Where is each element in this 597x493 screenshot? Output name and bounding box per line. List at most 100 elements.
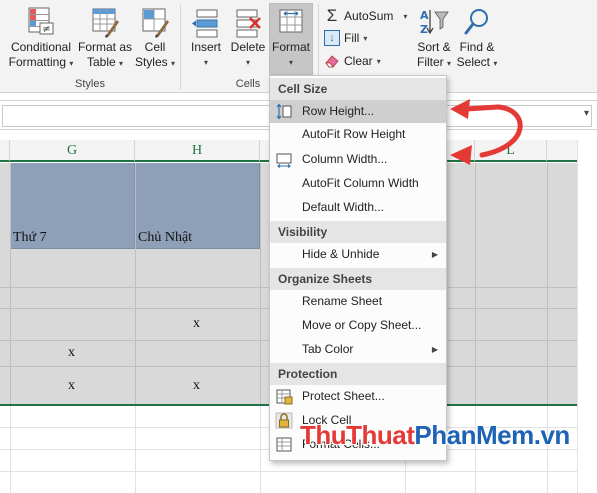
column-width-icon (276, 153, 292, 168)
chevron-down-icon: ▾ (447, 59, 452, 68)
conditional-formatting-icon: ≠ (28, 7, 54, 35)
format-as-table-icon (92, 8, 119, 38)
column-header-h[interactable]: H (135, 140, 260, 162)
menu-item-rename-sheet[interactable]: Rename Sheet (270, 290, 446, 313)
menu-item-hide-unhide[interactable]: Hide & Unhide ▶ (270, 243, 446, 266)
sort-filter-label-1: Sort & (417, 40, 451, 54)
conditional-formatting-label-1: Conditional (10, 40, 72, 54)
group-separator (180, 4, 181, 90)
menu-section-cell-size: Cell Size (270, 78, 446, 100)
magnifier-icon (464, 9, 488, 35)
annotation-arrow-curve (479, 104, 523, 158)
menu-item-autofit-row-height[interactable]: AutoFit Row Height (270, 123, 446, 146)
watermark-logo: ThuThuatPhanMem.vn (300, 420, 570, 451)
chevron-down-icon: ▾ (119, 59, 124, 68)
delete-button[interactable]: Delete ▾ (228, 6, 268, 70)
format-as-table-button[interactable]: Format as Table ▾ (76, 6, 134, 71)
lock-icon (275, 412, 293, 429)
protect-sheet-icon (276, 389, 293, 405)
menu-item-row-height[interactable]: Row Height... (270, 100, 446, 123)
format-dropdown-menu: Cell Size Row Height... AutoFit Row Heig… (269, 75, 447, 461)
chevron-down-icon: ▾ (403, 11, 408, 21)
autosum-label: AutoSum (344, 9, 394, 23)
watermark-part-1: ThuThuat (300, 420, 415, 450)
menu-item-protect-sheet[interactable]: Protect Sheet... (270, 385, 446, 408)
delete-label: Delete (230, 40, 266, 54)
row-height-icon (276, 103, 292, 120)
clear-label: Clear (344, 54, 373, 68)
chevron-down-icon: ▾ (69, 59, 74, 68)
menu-section-visibility: Visibility (270, 221, 446, 243)
autosum-button[interactable]: Σ AutoSum ▾ (324, 6, 408, 25)
cells-group-label: Cells (235, 78, 261, 90)
menu-item-label: Column Width... (302, 152, 388, 166)
format-button[interactable]: Format ▾ (269, 3, 313, 75)
clear-button[interactable]: Clear ▾ (324, 52, 381, 70)
insert-button[interactable]: Insert ▾ (186, 6, 226, 70)
menu-item-label: Move or Copy Sheet... (302, 318, 422, 332)
insert-cells-icon (192, 9, 218, 38)
menu-item-label: Protect Sheet... (302, 389, 385, 403)
menu-section-protection: Protection (270, 363, 446, 385)
format-as-table-label-1: Format as (77, 40, 132, 54)
find-select-label-1: Find & (459, 40, 495, 54)
menu-item-move-copy-sheet[interactable]: Move or Copy Sheet... (270, 314, 446, 337)
submenu-arrow-icon: ▶ (431, 250, 438, 259)
menu-item-tab-color[interactable]: Tab Color ▶ (270, 338, 446, 361)
chevron-down-icon: ▾ (288, 58, 293, 67)
watermark-part-2: PhanMem (414, 420, 534, 450)
chevron-down-icon[interactable]: ▾ (584, 108, 589, 119)
find-select-label-2: Select (456, 55, 490, 69)
arrowhead-icon (450, 145, 472, 165)
menu-item-default-width[interactable]: Default Width... (270, 196, 446, 219)
chevron-down-icon: ▾ (171, 59, 176, 68)
chevron-down-icon: ▾ (203, 58, 208, 67)
cell-text: x (68, 345, 75, 360)
sigma-icon: Σ (326, 6, 338, 25)
menu-item-label: Row Height... (302, 104, 375, 118)
conditional-formatting-button[interactable]: ≠ Conditional Formatting ▾ (4, 6, 78, 71)
find-select-button[interactable]: Find & Select ▾ (454, 6, 500, 71)
menu-item-label: Tab Color (302, 342, 354, 356)
chevron-down-icon: ▾ (245, 58, 250, 67)
conditional-formatting-label-2: Formatting (8, 55, 66, 69)
menu-item-label: AutoFit Row Height (302, 127, 406, 141)
format-cells-icon (276, 437, 292, 452)
insert-label: Insert (190, 40, 221, 54)
sort-filter-icon: A Z (420, 9, 449, 36)
eraser-icon (325, 55, 339, 68)
sort-filter-button[interactable]: A Z Sort & Filter ▾ (412, 6, 456, 71)
menu-item-label: Hide & Unhide (302, 247, 380, 261)
column-header-f[interactable] (0, 140, 10, 162)
chevron-down-icon: ▾ (376, 56, 381, 66)
cell-text: x (193, 378, 200, 393)
cell-styles-label-2: Styles (134, 55, 168, 69)
cell-styles-button[interactable]: Cell Styles ▾ (134, 6, 176, 71)
svg-text:A: A (420, 9, 429, 22)
submenu-arrow-icon: ▶ (431, 345, 438, 354)
cell-styles-label-1: Cell (144, 40, 166, 54)
cell-text: Thứ 7 (13, 230, 47, 245)
menu-item-autofit-column-width[interactable]: AutoFit Column Width (270, 172, 446, 195)
fill-label: Fill (344, 31, 360, 45)
cell-text: x (68, 378, 75, 393)
svg-text:≠: ≠ (42, 24, 50, 35)
fill-down-icon: ↓ (324, 30, 340, 46)
column-header-g[interactable]: G (10, 140, 135, 162)
sort-filter-label-2: Filter (416, 55, 444, 69)
cell-text: Chủ Nhật (138, 230, 193, 245)
delete-cells-icon (236, 9, 261, 38)
styles-group-label: Styles (75, 78, 105, 90)
menu-item-column-width[interactable]: Column Width... (270, 148, 446, 171)
format-as-table-label-2: Table (86, 55, 116, 69)
fill-button[interactable]: ↓ Fill ▾ (324, 29, 367, 47)
chevron-down-icon: ▾ (493, 59, 498, 68)
svg-text:Z: Z (420, 23, 428, 36)
cell-styles-icon (142, 8, 169, 38)
annotation-arrows (450, 99, 523, 165)
chevron-down-icon: ▾ (363, 33, 368, 43)
format-cells-icon (279, 9, 303, 33)
annotation-arrow-stem (463, 104, 501, 112)
menu-item-label: AutoFit Column Width (302, 176, 419, 190)
cell-text: x (193, 316, 200, 331)
